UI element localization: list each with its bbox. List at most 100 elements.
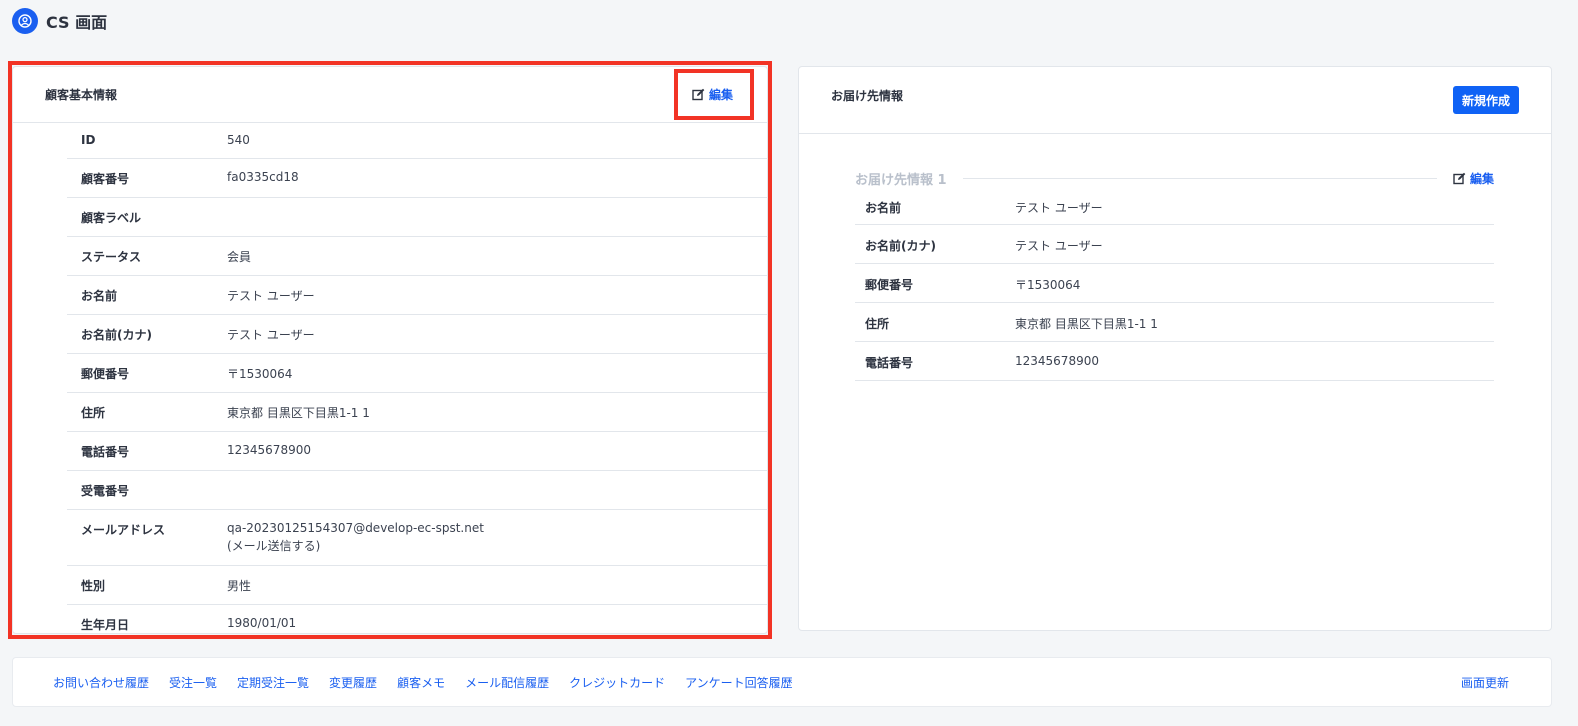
customer-info-header: 顧客基本情報 編集: [13, 67, 767, 123]
table-row: 電話番号 12345678900: [855, 341, 1494, 381]
row-value-text: 〒1530064: [1015, 277, 1081, 292]
delivery-section: お届け先情報 1 編集 お名前 テスト ユーザー お名前(カナ) テスト ユーザー 郵便…: [855, 164, 1494, 381]
table-row: 顧客番号 fa0335cd18: [67, 158, 767, 198]
row-value: 12345678900: [1015, 341, 1494, 381]
section-divider: [962, 177, 1437, 179]
row-value: [227, 197, 767, 237]
delivery-info-table: お名前 テスト ユーザー お名前(カナ) テスト ユーザー 郵便番号 〒1530064 住所…: [855, 192, 1494, 381]
row-value-note: (メール送信する): [227, 538, 321, 553]
bottom-nav: お問い合わせ履歴 受注一覧 定期受注一覧 変更履歴 顧客メモ メール配信履歴 クレジットカー…: [12, 657, 1552, 707]
table-row: 顧客ラベル: [67, 197, 767, 237]
edit-icon: [692, 88, 705, 101]
row-value-text: 12345678900: [1015, 353, 1099, 368]
nav-link[interactable]: お問い合わせ履歴: [53, 674, 149, 691]
row-label: お名前: [67, 275, 227, 315]
row-value-text: 男性: [227, 578, 252, 593]
row-value-text: 〒1530064: [227, 366, 293, 381]
row-label: 生年月日: [67, 604, 227, 633]
row-value-text: 会員: [227, 249, 252, 264]
row-value: 540: [227, 123, 767, 159]
nav-link[interactable]: メール配信履歴: [465, 674, 549, 691]
row-label: メールアドレス: [67, 509, 227, 566]
row-label: ステータス: [67, 236, 227, 276]
row-label: 受電番号: [67, 470, 227, 510]
row-value: 東京都 目黒区下目黒1-1 1: [227, 392, 767, 432]
row-value-text: テスト ユーザー: [1015, 201, 1103, 215]
row-value: [227, 470, 767, 510]
user-circle-icon: [12, 8, 38, 34]
row-value: 〒1530064: [1015, 263, 1494, 303]
row-label: お名前: [855, 192, 1015, 225]
table-row: ステータス 会員: [67, 236, 767, 276]
row-label: 住所: [67, 392, 227, 432]
row-value-text: 1980/01/01: [227, 615, 297, 630]
table-row: お名前(カナ) テスト ユーザー: [855, 224, 1494, 264]
delivery-info-header: お届け先情報 新規作成: [799, 67, 1551, 134]
nav-link[interactable]: 受注一覧: [169, 674, 217, 691]
row-value: 東京都 目黒区下目黒1-1 1: [1015, 302, 1494, 342]
row-label: 顧客ラベル: [67, 197, 227, 237]
customer-edit-label: 編集: [708, 88, 733, 102]
nav-link[interactable]: クレジットカード: [569, 674, 665, 691]
edit-icon: [1453, 172, 1466, 184]
row-label: 郵便番号: [67, 353, 227, 393]
row-value-text: 12345678900: [227, 442, 311, 457]
table-row: お名前 テスト ユーザー: [855, 192, 1494, 225]
row-label: お名前(カナ): [67, 314, 227, 354]
row-label: 郵便番号: [855, 263, 1015, 303]
table-row: 郵便番号 〒1530064: [855, 263, 1494, 303]
customer-info-title: 顧客基本情報: [45, 88, 118, 102]
row-value: 1980/01/01: [227, 604, 767, 633]
table-row: 受電番号: [67, 470, 767, 510]
table-row: 住所 東京都 目黒区下目黒1-1 1: [67, 392, 767, 432]
delivery-section-title: お届け先情報 1: [855, 172, 947, 188]
customer-edit-button[interactable]: 編集: [692, 86, 733, 103]
table-row: 郵便番号 〒1530064: [67, 353, 767, 393]
customer-info-table: ID 540 顧客番号 fa0335cd18 顧客ラベル ステータス 会員 お名前 テスト ユー…: [67, 123, 767, 633]
row-value: 会員: [227, 236, 767, 276]
delivery-info-card: お届け先情報 新規作成 お届け先情報 1 編集 お名前 テスト ユーザー お名前(カ…: [798, 66, 1552, 631]
delivery-section-header: お届け先情報 1 編集: [855, 164, 1494, 192]
table-row: お名前(カナ) テスト ユーザー: [67, 314, 767, 354]
table-row: メールアドレス qa-20230125154307@develop-ec-spst…: [67, 509, 767, 566]
table-row: 性別 男性: [67, 565, 767, 605]
nav-link[interactable]: 変更履歴: [329, 674, 377, 691]
bottom-nav-links: お問い合わせ履歴 受注一覧 定期受注一覧 変更履歴 顧客メモ メール配信履歴 クレジットカー…: [53, 674, 1461, 691]
row-value-text: テスト ユーザー: [1015, 238, 1103, 253]
delivery-edit-button[interactable]: 編集: [1453, 170, 1494, 187]
nav-link[interactable]: 定期受注一覧: [237, 674, 309, 691]
row-value-text: qa-20230125154307@develop-ec-spst.net: [227, 520, 484, 535]
new-delivery-button[interactable]: 新規作成: [1452, 86, 1519, 114]
row-value-text: fa0335cd18: [227, 169, 299, 184]
table-row: 生年月日 1980/01/01: [67, 604, 767, 633]
page-header: CS 画面: [12, 8, 107, 34]
table-row: ID 540: [67, 123, 767, 159]
delivery-info-title: お届け先情報: [831, 88, 904, 103]
row-value: テスト ユーザー: [1015, 224, 1494, 264]
row-label: 性別: [67, 565, 227, 605]
row-value-text: 540: [227, 133, 250, 147]
row-value-text: テスト ユーザー: [227, 288, 315, 303]
row-value-text: 東京都 目黒区下目黒1-1 1: [1015, 316, 1158, 331]
row-label: 住所: [855, 302, 1015, 342]
delivery-edit-label: 編集: [1469, 171, 1494, 186]
table-row: お名前 テスト ユーザー: [67, 275, 767, 315]
table-row: 電話番号 12345678900: [67, 431, 767, 471]
row-value: テスト ユーザー: [227, 275, 767, 315]
page-title: CS 画面: [46, 13, 108, 32]
row-value: fa0335cd18: [227, 158, 767, 198]
row-value-text: 東京都 目黒区下目黒1-1 1: [227, 405, 370, 420]
row-label: 電話番号: [855, 341, 1015, 381]
row-value: 12345678900: [227, 431, 767, 471]
customer-info-card: 顧客基本情報 編集 ID 540 顧客番号 fa0335cd18 顧客ラベル ステータス会…: [12, 66, 768, 634]
table-row: 住所 東京都 目黒区下目黒1-1 1: [855, 302, 1494, 342]
row-label: 顧客番号: [67, 158, 227, 198]
nav-link[interactable]: アンケート回答履歴: [685, 674, 793, 691]
row-value: 〒1530064: [227, 353, 767, 393]
row-value-text: テスト ユーザー: [227, 327, 315, 342]
row-label: 電話番号: [67, 431, 227, 471]
row-label: ID: [67, 123, 227, 159]
row-value: テスト ユーザー: [227, 314, 767, 354]
refresh-link[interactable]: 画面更新: [1461, 674, 1509, 691]
nav-link[interactable]: 顧客メモ: [397, 674, 445, 691]
